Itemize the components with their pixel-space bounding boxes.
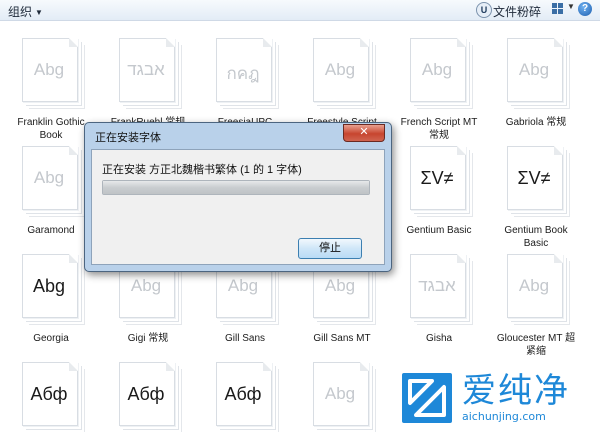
page-fold-icon (263, 38, 272, 47)
page-fold-icon (360, 38, 369, 47)
font-name-label: Georgia (33, 333, 69, 344)
font-sample-glyph: Abg (324, 276, 356, 295)
page-fold-icon (69, 38, 78, 47)
font-name-label: Gill Sans (224, 333, 265, 344)
page-fold-icon (166, 38, 175, 47)
page-fold-icon (554, 146, 563, 155)
font-sample-glyph: Abg (518, 60, 550, 79)
page-fold-icon (457, 146, 466, 155)
file-shredder-button[interactable]: 文件粉碎 (493, 3, 541, 20)
page-fold-icon (69, 254, 78, 263)
font-sample-glyph: กคฎ (226, 64, 260, 83)
font-sample-glyph: אבגד (418, 276, 456, 295)
font-sample-glyph: Абф (224, 384, 262, 404)
page-fold-icon (69, 146, 78, 155)
dialog-body: 正在安装 方正北魏楷书繁体 (1 的 1 字体) 停止 (91, 149, 385, 265)
font-name-label: Gigi 常规 (127, 333, 169, 344)
install-status-text: 正在安装 方正北魏楷书繁体 (1 的 1 字体) (102, 164, 302, 176)
font-sample-glyph: Abg (33, 60, 65, 79)
page-fold-icon (457, 254, 466, 263)
page-fold-icon (166, 362, 175, 371)
page-fold-icon (457, 38, 466, 47)
font-sample-glyph: Abg (130, 276, 162, 295)
chevron-down-icon: ▼ (35, 8, 43, 17)
close-button[interactable]: ✕ (343, 124, 385, 142)
progress-bar-fill (103, 181, 369, 194)
watermark-url: aichunjing.com (462, 410, 546, 423)
help-icon[interactable]: ? (578, 2, 592, 16)
font-sample-glyph: Абф (30, 384, 68, 404)
font-sample-glyph: Abg (33, 168, 65, 187)
page-fold-icon (263, 362, 272, 371)
page-fold-icon (360, 362, 369, 371)
font-sample-glyph: Abg (324, 384, 356, 403)
font-name-label: French Script MT 常规 (400, 117, 478, 141)
font-sample-glyph: ΣV≠ (517, 168, 551, 188)
font-name-label: Gloucester MT 超紧缩 (496, 333, 576, 357)
font-sample-glyph: Abg (227, 276, 259, 295)
watermark-logo-icon (402, 373, 452, 423)
installing-fonts-dialog: 正在安装字体 ✕ 正在安装 方正北魏楷书繁体 (1 的 1 字体) 停止 (84, 122, 392, 272)
font-sample-glyph: Abg (32, 276, 66, 296)
font-sample-glyph: ΣV≠ (420, 168, 454, 188)
font-name-label: Gentium Book Basic (504, 225, 568, 249)
page-fold-icon (554, 254, 563, 263)
font-name-label: Gabriola 常规 (505, 117, 567, 128)
install-progress-bar (102, 180, 370, 195)
font-name-label: Gisha (425, 333, 453, 344)
font-name-label: Franklin Gothic Book (17, 117, 85, 141)
watermark-brand: 爱纯净 (462, 371, 570, 411)
shred-app-icon[interactable]: U (476, 2, 492, 18)
change-view-icon[interactable]: ▼ (552, 2, 575, 15)
chevron-down-icon: ▼ (567, 2, 575, 11)
font-sample-glyph: Abg (324, 60, 356, 79)
page-fold-icon (69, 362, 78, 371)
page-fold-icon (554, 38, 563, 47)
font-sample-glyph: Abg (518, 276, 550, 295)
font-sample-glyph: Abg (421, 60, 453, 79)
font-sample-glyph: Абф (127, 384, 165, 404)
font-sample-glyph: אבגד (127, 60, 165, 79)
dialog-title: 正在安装字体 (95, 132, 161, 144)
organize-menu-button[interactable]: 组织 ▼ (8, 3, 43, 20)
organize-label: 组织 (8, 5, 33, 19)
font-name-label: Garamond (27, 225, 75, 236)
font-name-label: Gill Sans MT (313, 333, 371, 344)
explorer-toolbar: 组织 ▼ U 文件粉碎 ▼ ? (0, 0, 600, 21)
font-name-label: Gentium Basic (406, 225, 472, 236)
stop-button[interactable]: 停止 (298, 238, 362, 259)
